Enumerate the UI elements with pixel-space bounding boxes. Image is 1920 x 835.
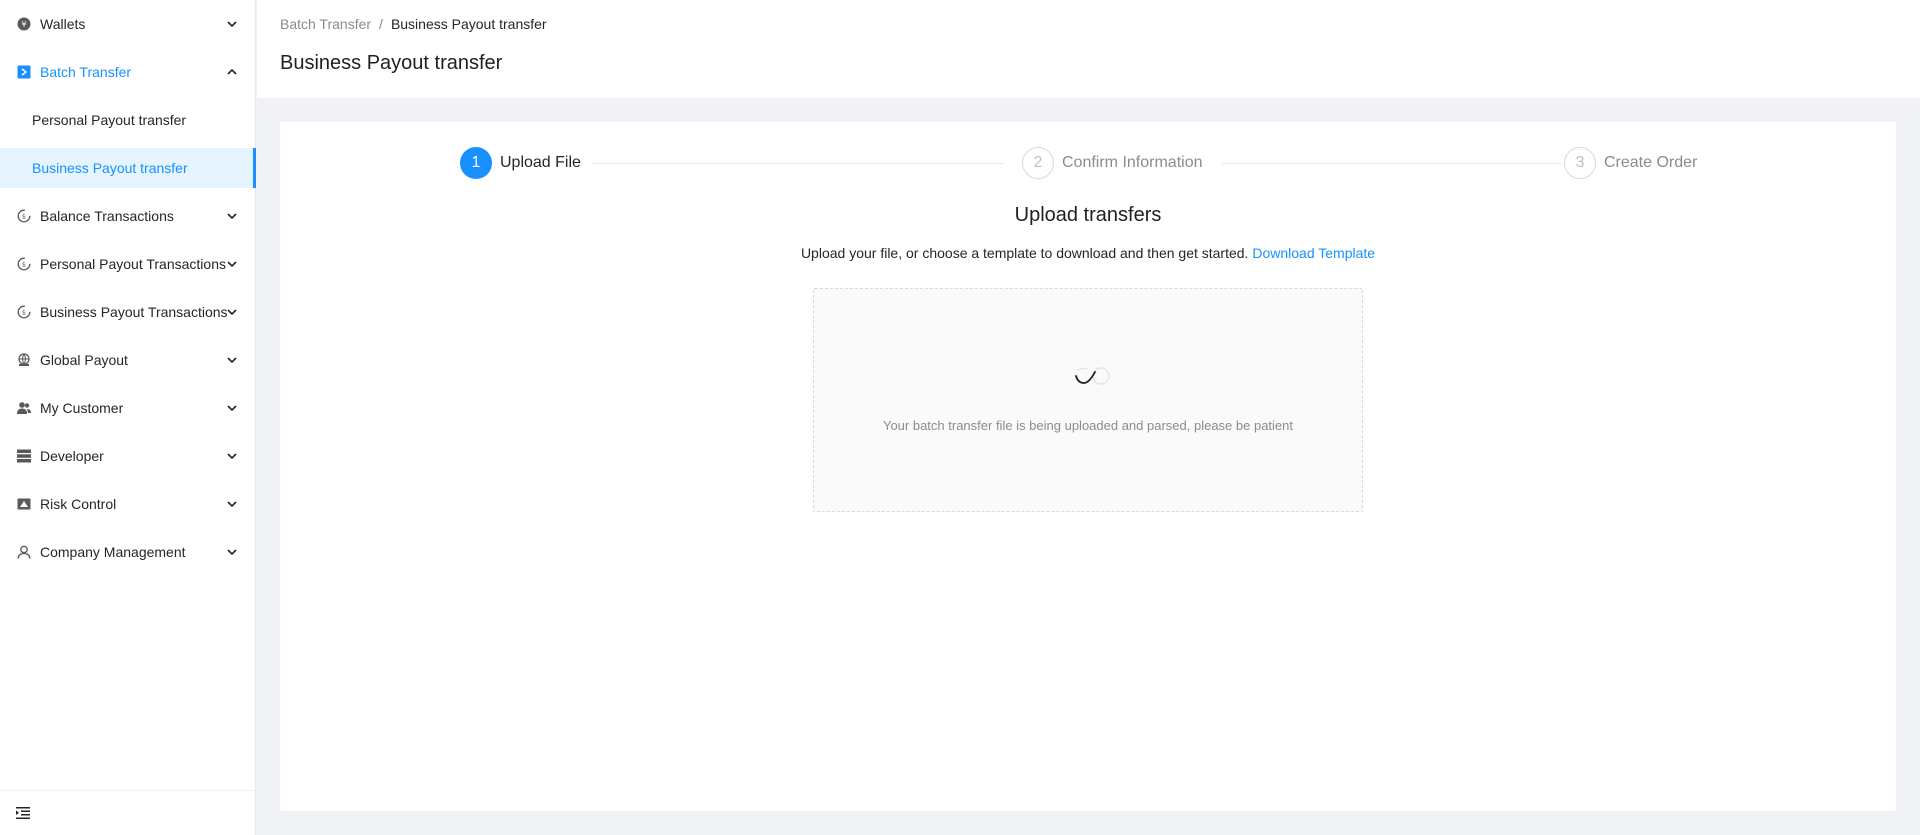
sidebar-item-label: My Customer <box>40 400 124 416</box>
upload-title: Upload transfers <box>1014 204 1162 226</box>
sidebar-item-label: Risk Control <box>40 496 117 512</box>
global-payout-icon <box>17 353 31 367</box>
customers-icon <box>17 401 31 415</box>
sidebar-item-wallets[interactable]: ¥ Wallets <box>0 4 255 44</box>
chevron-down-icon <box>227 453 237 460</box>
transactions-icon: $ <box>17 209 31 223</box>
chevron-down-icon <box>227 357 237 364</box>
download-template-link[interactable]: Download Template <box>1252 245 1375 261</box>
company-icon <box>17 545 31 559</box>
chevron-down-icon <box>227 261 237 268</box>
developer-icon <box>17 449 31 463</box>
sidebar-item-label: Business Payout transfer <box>32 160 188 176</box>
sidebar-item-risk-control[interactable]: Risk Control <box>0 484 255 524</box>
breadcrumb-link-batch-transfer[interactable]: Batch Transfer <box>280 16 371 32</box>
sidebar-item-label: Balance Transactions <box>40 208 174 224</box>
svg-text:$: $ <box>22 261 26 269</box>
sidebar-item-label: Personal Payout Transactions <box>40 256 226 272</box>
chevron-down-icon <box>227 405 237 412</box>
svg-text:$: $ <box>22 213 26 221</box>
sidebar-item-label: Company Management <box>40 544 186 560</box>
wallet-icon: ¥ <box>17 17 31 31</box>
sidebar-item-batch-transfer[interactable]: Batch Transfer <box>0 52 255 92</box>
sidebar-item-label: Personal Payout transfer <box>32 112 187 128</box>
page-title: Business Payout transfer <box>280 52 503 74</box>
loading-spinner-icon <box>1075 367 1110 385</box>
sidebar-item-personal-payout-transfer[interactable]: Personal Payout transfer <box>0 100 255 140</box>
sidebar-item-company-management[interactable]: Company Management <box>0 532 255 572</box>
breadcrumb-current: Business Payout transfer <box>390 16 547 32</box>
step-create-order: 3 Create Order <box>1564 146 1697 180</box>
sidebar-item-personal-payout-transactions[interactable]: $ Personal Payout Transactions <box>0 244 255 284</box>
chevron-up-icon <box>227 68 237 75</box>
svg-text:¥: ¥ <box>21 20 26 29</box>
transactions-icon: $ <box>17 257 31 271</box>
chevron-down-icon <box>227 549 237 556</box>
steps: 1 Upload File 2 Confirm Information 3 Cr… <box>460 146 1720 180</box>
batch-transfer-icon <box>17 65 31 79</box>
upload-description: Upload your file, or choose a template t… <box>280 245 1896 261</box>
breadcrumb-separator: / <box>379 16 383 32</box>
svg-text:$: $ <box>22 309 26 317</box>
sidebar-item-label: Wallets <box>40 16 86 32</box>
upload-description-text: Upload your file, or choose a template t… <box>800 245 1249 261</box>
breadcrumb: Batch Transfer / Business Payout transfer <box>280 16 547 32</box>
sidebar-item-business-payout-transactions[interactable]: $ Business Payout Transactions <box>0 292 255 332</box>
step-upload-file: 1 Upload File <box>460 146 581 180</box>
sidebar-item-balance-transactions[interactable]: $ Balance Transactions <box>0 196 255 236</box>
risk-control-icon <box>17 497 31 511</box>
chevron-down-icon <box>227 21 237 28</box>
sidebar-item-label: Developer <box>40 448 104 464</box>
step-number: 1 <box>460 147 492 179</box>
transactions-icon: $ <box>17 305 31 319</box>
step-label: Confirm Information <box>1062 154 1203 171</box>
sidebar-item-my-customer[interactable]: My Customer <box>0 388 255 428</box>
chevron-down-icon <box>227 501 237 508</box>
sidebar-item-label: Business Payout Transactions <box>40 304 228 320</box>
upload-status-text: Your batch transfer file is being upload… <box>882 418 1294 433</box>
step-number: 3 <box>1564 147 1596 179</box>
sidebar-item-label: Global Payout <box>40 352 128 368</box>
upload-dropzone[interactable]: Your batch transfer file is being upload… <box>813 288 1363 512</box>
main-content: 1 Upload File 2 Confirm Information 3 Cr… <box>280 122 1896 811</box>
page-header: Batch Transfer / Business Payout transfer … <box>257 0 1920 98</box>
sidebar-footer <box>0 790 255 835</box>
chevron-down-icon <box>227 309 237 316</box>
step-number: 2 <box>1022 147 1054 179</box>
step-label: Upload File <box>500 154 581 171</box>
sidebar-item-developer[interactable]: Developer <box>0 436 255 476</box>
sidebar-item-label: Batch Transfer <box>40 64 132 80</box>
step-confirm-information: 2 Confirm Information <box>1022 146 1203 180</box>
sidebar-item-global-payout[interactable]: Global Payout <box>0 340 255 380</box>
step-connector <box>1222 163 1562 164</box>
menu-collapse-icon[interactable] <box>16 807 30 819</box>
step-connector <box>592 163 1004 164</box>
step-label: Create Order <box>1604 154 1698 171</box>
sidebar-item-business-payout-transfer[interactable]: Business Payout transfer <box>0 148 256 188</box>
sidebar: ¥ Wallets Batch Transfer Personal Payout… <box>0 0 256 835</box>
chevron-down-icon <box>227 213 237 220</box>
